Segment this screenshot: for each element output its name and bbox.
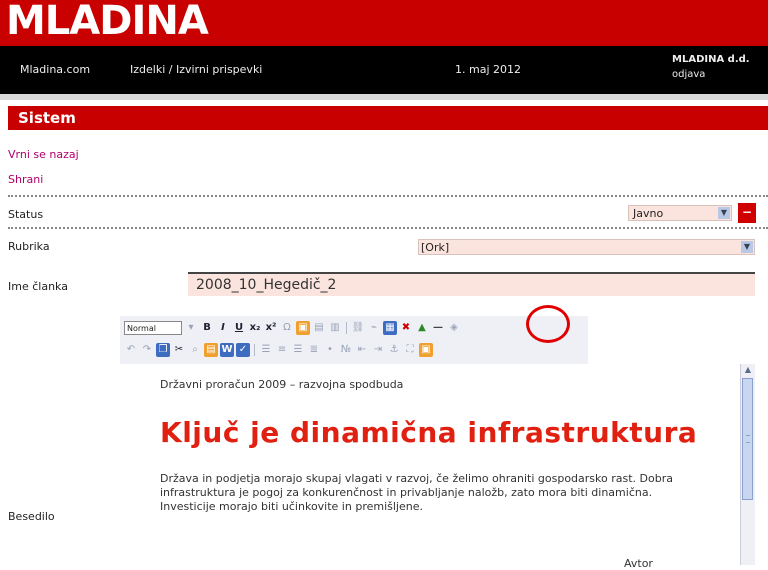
editor-body-text: Država in podjetja morajo skupaj vlagati… (160, 472, 673, 513)
unlink-icon[interactable]: ⌁ (367, 321, 381, 335)
dropdown-arrow-icon[interactable]: ▾ (184, 321, 198, 335)
fullscreen-icon[interactable]: ⛶ (403, 343, 417, 357)
editor-subtitle: Državni proračun 2009 – razvojna spodbud… (160, 378, 404, 391)
table-icon[interactable]: ▤ (312, 321, 326, 335)
numbered-list-icon[interactable]: № (339, 343, 353, 357)
nav-date: 1. maj 2012 (455, 63, 521, 76)
text-label: Besedilo (8, 510, 55, 523)
anchor-icon[interactable]: ⚓ (387, 343, 401, 357)
subscript-icon[interactable]: x₂ (248, 321, 262, 335)
separator (254, 344, 255, 356)
copy-icon[interactable]: ❐ (156, 343, 170, 357)
dotted-divider (8, 227, 768, 229)
delete-button[interactable]: − (738, 203, 756, 223)
section-title-bar: Sistem (8, 106, 768, 130)
annotation-circle (526, 305, 570, 343)
status-select-value: Javno (633, 207, 664, 220)
align-center-icon[interactable]: ≡ (275, 343, 289, 357)
editor-scrollbar[interactable]: ▲ (740, 364, 755, 565)
user-name: MLADINA d.d. (672, 54, 750, 65)
superscript-icon[interactable]: x² (264, 321, 278, 335)
editor-toolbar: Normal ▾ B I U x₂ x² Ω ▣ ▤ ▥ ⛓ ⌁ ▦ ✖ ▲ —… (120, 316, 588, 364)
underline-icon[interactable]: U (232, 321, 246, 335)
rubric-label: Rubrika (8, 240, 50, 253)
status-label: Status (8, 208, 44, 221)
outdent-icon[interactable]: ⇤ (355, 343, 369, 357)
justify-icon[interactable]: ≣ (307, 343, 321, 357)
paste-word-icon[interactable]: W (220, 343, 234, 357)
save-link[interactable]: Shrani (8, 173, 43, 186)
chevron-down-icon: ▼ (741, 241, 753, 253)
section-title: Sistem (18, 109, 76, 127)
scroll-thumb[interactable] (742, 378, 753, 500)
rubric-select[interactable]: [Ork] ▼ (418, 239, 755, 255)
preview-icon[interactable]: ▣ (419, 343, 433, 357)
user-panel: MLADINA d.d. odjava (672, 52, 768, 82)
divider (0, 94, 768, 100)
align-right-icon[interactable]: ☰ (291, 343, 305, 357)
spellcheck-icon[interactable]: ✓ (236, 343, 250, 357)
html-source-icon[interactable]: ◈ (447, 321, 461, 335)
horizontal-rule-icon[interactable]: — (431, 321, 445, 335)
top-nav: Mladina.com Izdelki / Izvirni prispevki … (0, 46, 768, 94)
article-name-input[interactable]: 2008_10_Hegedič_2 (188, 272, 755, 296)
rubric-select-value: [Ork] (421, 241, 450, 254)
rich-text-editor[interactable]: Državni proračun 2009 – razvojna spodbud… (128, 364, 740, 570)
redo-icon[interactable]: ↷ (140, 343, 154, 357)
back-link[interactable]: Vrni se nazaj (8, 148, 79, 161)
editor-signature: Avtor (624, 557, 653, 570)
indent-icon[interactable]: ⇥ (371, 343, 385, 357)
align-left-icon[interactable]: ☰ (259, 343, 273, 357)
remove-format-icon[interactable]: ✖ (399, 321, 413, 335)
image-icon[interactable]: ▣ (296, 321, 310, 335)
logout-link[interactable]: odjava (672, 69, 705, 80)
toolbar-row-1: Normal ▾ B I U x₂ x² Ω ▣ ▤ ▥ ⛓ ⌁ ▦ ✖ ▲ —… (124, 319, 461, 337)
media-icon[interactable]: ▦ (383, 321, 397, 335)
undo-icon[interactable]: ↶ (124, 343, 138, 357)
separator (346, 322, 347, 334)
format-select[interactable]: Normal (124, 321, 182, 335)
editor-heading: Ključ je dinamična infrastruktura (160, 416, 698, 449)
nav-link-home[interactable]: Mladina.com (20, 63, 90, 76)
cut-icon[interactable]: ✂ (172, 343, 186, 357)
paste-text-icon[interactable]: ▤ (204, 343, 218, 357)
chevron-down-icon: ▼ (718, 207, 730, 219)
status-select[interactable]: Javno ▼ (628, 205, 732, 221)
site-logo[interactable]: MLADINA (6, 0, 209, 44)
bold-icon[interactable]: B (200, 321, 214, 335)
scroll-up-icon[interactable]: ▲ (741, 364, 755, 376)
toolbar-row-2: ↶ ↷ ❐ ✂ ⌕ ▤ W ✓ ☰ ≡ ☰ ≣ • № ⇤ ⇥ ⚓ ⛶ ▣ (124, 341, 433, 359)
link-icon[interactable]: ⛓ (351, 321, 365, 335)
find-icon[interactable]: ⌕ (188, 343, 202, 357)
nav-link-breadcrumb[interactable]: Izdelki / Izvirni prispevki (130, 63, 262, 76)
italic-icon[interactable]: I (216, 321, 230, 335)
dotted-divider (8, 195, 768, 197)
paste-icon[interactable]: ▲ (415, 321, 429, 335)
special-char-icon[interactable]: Ω (280, 321, 294, 335)
logo-bar: MLADINA (0, 0, 768, 46)
name-label: Ime članka (8, 280, 68, 293)
bullet-list-icon[interactable]: • (323, 343, 337, 357)
table-props-icon[interactable]: ▥ (328, 321, 342, 335)
